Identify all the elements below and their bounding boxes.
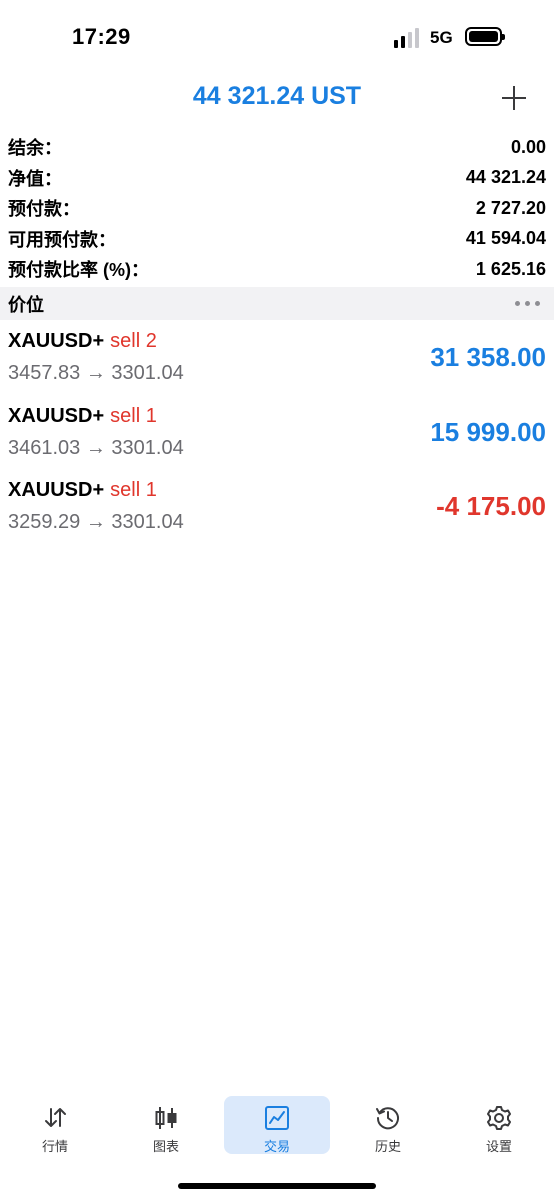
- position-row[interactable]: XAUUSD+ sell 1 3259.29 → 3301.04 -4 175.0…: [0, 473, 554, 548]
- position-row[interactable]: XAUUSD+ sell 1 3461.03 → 3301.04 15 999.0…: [0, 399, 554, 474]
- tab-label: 图表: [152, 1139, 179, 1154]
- tab-label: 历史: [374, 1139, 401, 1154]
- summary-row-equity: 净值： 44 321.24: [0, 163, 554, 194]
- section-title: 价位: [8, 294, 44, 315]
- trade-chart-icon: [265, 1106, 289, 1130]
- position-symbol: XAUUSD+: [8, 404, 105, 427]
- summary-label: 结余：: [8, 138, 62, 159]
- position-profit: 15 999.00: [430, 416, 546, 447]
- position-side: sell 2: [110, 330, 157, 352]
- position-symbol-line: XAUUSD+ sell 2: [8, 330, 157, 353]
- bottom-tab-bar: 行情 图表 交易 历史 设置: [0, 1093, 554, 1157]
- position-side: sell 1: [110, 479, 157, 501]
- position-profit: 31 358.00: [430, 342, 546, 372]
- candlestick-chart-icon: [155, 1107, 177, 1129]
- quotes-arrows-icon: [45, 1108, 66, 1127]
- summary-row-margin-level: 预付款比率 (%)： 1 625.16: [0, 254, 554, 285]
- summary-value: 1 625.16: [475, 258, 546, 279]
- tab-trade[interactable]: 交易: [224, 1096, 330, 1154]
- summary-value: 0.00: [510, 136, 546, 157]
- position-symbol: XAUUSD+: [8, 330, 105, 352]
- tab-history[interactable]: 历史: [335, 1096, 441, 1154]
- tab-label: 设置: [485, 1139, 512, 1154]
- position-side: sell 1: [110, 404, 157, 427]
- network-label: 5G: [430, 28, 453, 47]
- signal-icon: [394, 28, 420, 48]
- summary-value: 44 321.24: [465, 167, 546, 188]
- battery-icon: [465, 27, 505, 46]
- summary-row-margin: 预付款： 2 727.20: [0, 193, 554, 224]
- position-prices: 3457.83 → 3301.04: [8, 362, 184, 384]
- position-prices: 3461.03 → 3301.04: [8, 436, 184, 459]
- summary-row-balance: 结余： 0.00: [0, 132, 554, 163]
- positions-list: XAUUSD+ sell 2 3457.83 → 3301.04 31 358.0…: [0, 324, 554, 548]
- summary-value: 41 594.04: [465, 228, 546, 249]
- positions-section-header: 价位: [0, 287, 554, 320]
- summary-label: 预付款：: [8, 199, 80, 220]
- history-clock-icon: [376, 1107, 399, 1130]
- home-indicator: [178, 1183, 376, 1189]
- tab-quotes[interactable]: 行情: [2, 1096, 108, 1154]
- position-profit: -4 175.00: [436, 491, 546, 521]
- status-time: 17:29: [72, 24, 131, 49]
- gear-icon: [487, 1106, 511, 1130]
- account-summary: 结余： 0.00 净值： 44 321.24 预付款： 2 727.20 可用预…: [0, 132, 554, 285]
- position-symbol-line: XAUUSD+ sell 1: [8, 479, 157, 502]
- summary-label: 可用预付款：: [8, 229, 116, 250]
- position-prices: 3259.29 → 3301.04: [8, 511, 184, 533]
- account-balance-title[interactable]: 44 321.24 UST: [0, 82, 554, 111]
- more-horizontal-icon[interactable]: [515, 301, 546, 306]
- summary-row-free-margin: 可用预付款： 41 594.04: [0, 224, 554, 255]
- position-symbol: XAUUSD+: [8, 479, 105, 501]
- tab-settings[interactable]: 设置: [446, 1096, 552, 1154]
- summary-label: 净值：: [8, 168, 62, 189]
- summary-label: 预付款比率 (%)：: [8, 260, 149, 281]
- status-bar: 17:29 5G: [0, 0, 554, 75]
- plus-icon[interactable]: [497, 82, 531, 114]
- tab-label: 行情: [41, 1139, 68, 1154]
- tab-charts[interactable]: 图表: [113, 1096, 219, 1154]
- position-row[interactable]: XAUUSD+ sell 2 3457.83 → 3301.04 31 358.0…: [0, 324, 554, 399]
- position-symbol-line: XAUUSD+ sell 1: [8, 405, 157, 428]
- summary-value: 2 727.20: [475, 197, 546, 218]
- tab-label: 交易: [263, 1139, 290, 1154]
